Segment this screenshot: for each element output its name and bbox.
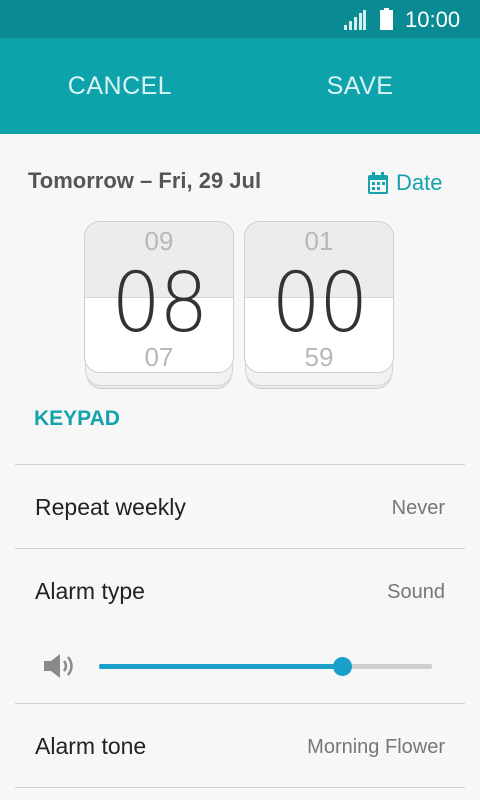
save-button[interactable]: SAVE [240,38,480,134]
hour-next[interactable]: 07 [85,342,233,372]
volume-slider-thumb[interactable] [333,657,353,676]
signal-icon [344,10,366,30]
hour-previous[interactable]: 09 [85,226,233,257]
date-button-label: Date [396,170,443,195]
alarm-type-value: Sound [387,581,445,603]
action-bar: CANCEL SAVE [0,38,480,134]
cancel-button[interactable]: CANCEL [0,38,240,134]
divider [15,787,465,788]
divider [15,464,465,465]
status-time: 10:00 [405,7,461,32]
hour-current[interactable]: 08 [89,256,230,351]
divider [15,548,465,549]
alarm-date-text: Tomorrow – Fri, 29 Jul [28,168,262,193]
alarm-tone-value: Morning Flower [307,736,445,758]
status-bar: 10:00 [0,0,480,38]
minute-previous[interactable]: 01 [245,226,393,257]
volume-slider[interactable] [99,657,432,676]
divider [15,703,465,704]
hour-picker[interactable]: 09 08 07 [84,221,234,389]
volume-slider-fill [99,664,343,669]
alarm-tone-label: Alarm tone [35,733,147,759]
date-button[interactable]: Date [368,170,442,196]
calendar-icon [368,172,388,194]
minute-current[interactable]: 00 [249,256,390,351]
alarm-type-label: Alarm type [35,578,145,604]
minute-next[interactable]: 59 [245,342,393,372]
repeat-weekly-value: Never [391,497,445,519]
minute-picker[interactable]: 01 00 59 [244,221,394,389]
repeat-weekly-label: Repeat weekly [35,494,186,520]
battery-icon [380,8,393,30]
keypad-button[interactable]: KEYPAD [34,407,120,431]
speaker-icon [44,654,73,678]
